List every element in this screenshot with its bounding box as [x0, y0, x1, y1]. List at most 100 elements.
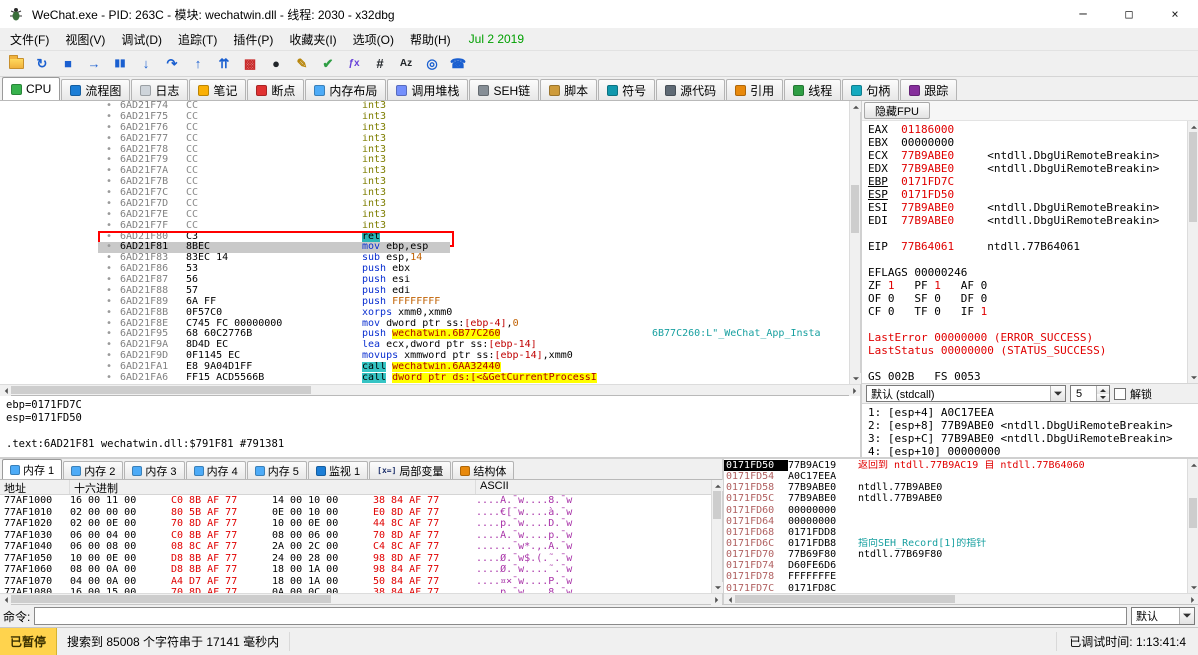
close-button[interactable]: ×	[1152, 0, 1198, 28]
open-file-button[interactable]	[4, 53, 28, 75]
tab-memory-1[interactable]: 内存 1	[2, 459, 62, 479]
dump-row[interactable]: 77AF106008 00 0A 00D8 8B AF 7718 00 1A 0…	[0, 564, 711, 576]
disassembly-vscrollbar[interactable]	[849, 101, 860, 384]
scroll-up-icon[interactable]	[712, 480, 723, 491]
command-input[interactable]	[34, 607, 1127, 625]
execute-till-return-button[interactable]: ⇈	[212, 53, 236, 75]
tab-references[interactable]: 引用	[726, 79, 783, 100]
disasm-row[interactable]: •6AD21F76CCint3	[0, 123, 849, 134]
scroll-down-icon[interactable]	[1188, 372, 1198, 383]
tab-memory-2[interactable]: 内存 2	[63, 461, 123, 479]
register-line[interactable]: LastStatus 00000000 (STATUS_SUCCESS)	[868, 344, 1187, 357]
maximize-button[interactable]: □	[1106, 0, 1152, 28]
pause-button[interactable]: ▮▮	[108, 53, 132, 75]
tab-memory-3[interactable]: 内存 3	[124, 461, 184, 479]
stack-row[interactable]: 0171FD680171FDD8	[724, 527, 1187, 538]
register-line[interactable]	[868, 227, 1187, 240]
dump-row[interactable]: 77AF102002 00 0E 0070 8D AF 7710 00 0E 0…	[0, 518, 711, 530]
argument-row[interactable]: 2: [esp+8] 77B9ABE0 <ntdll.DbgUiRemoteBr…	[868, 419, 1198, 432]
tab-locals[interactable]: [x=]局部变量	[369, 461, 451, 479]
tab-notes[interactable]: 笔记	[189, 79, 246, 100]
stack-hscrollbar[interactable]	[724, 593, 1198, 604]
stop-button[interactable]: ■	[56, 53, 80, 75]
menu-item[interactable]: 文件(F)	[2, 28, 57, 51]
stack-row[interactable]: 0171FD54A0C17EEA	[724, 471, 1187, 482]
tab-cpu[interactable]: CPU	[2, 77, 60, 100]
step-out-button[interactable]: ↑	[186, 53, 210, 75]
stack-row[interactable]: 0171FD5877B9ABE0ntdll.77B9ABE0	[724, 482, 1187, 493]
menu-item[interactable]: 帮助(H)	[402, 28, 459, 51]
tab-graph[interactable]: 流程图	[61, 79, 130, 100]
chevron-down-icon[interactable]	[1050, 386, 1065, 401]
stack-row[interactable]: 0171FD7077B69F80ntdll.77B69F80	[724, 549, 1187, 560]
scroll-up-icon[interactable]	[1188, 459, 1198, 470]
disassembly-hscrollbar[interactable]	[0, 384, 860, 395]
spin-up-icon[interactable]	[1097, 386, 1109, 394]
disasm-row[interactable]: •6AD21FA6FF15 ACD5566Bcall dword ptr ds:…	[0, 373, 849, 384]
dump-vscrollbar[interactable]	[711, 480, 722, 593]
function-button[interactable]: ƒx	[342, 53, 366, 75]
register-line[interactable]: ZF 1 PF 1 AF 0	[868, 279, 1187, 292]
disasm-row[interactable]: •6AD21F7FCCint3	[0, 221, 849, 232]
register-line[interactable]: ECX 77B9ABE0 <ntdll.DbgUiRemoteBreakin>	[868, 149, 1187, 162]
stack-row[interactable]: 0171FD74D60FE6D6	[724, 560, 1187, 571]
dump-row[interactable]: 77AF104006 00 08 0008 8C AF 772A 00 2C 0…	[0, 541, 711, 553]
argument-row[interactable]: 4: [esp+10] 00000000	[868, 445, 1198, 457]
register-line[interactable]: ESP 0171FD50	[868, 188, 1187, 201]
run-button[interactable]: →	[82, 53, 106, 75]
tab-source[interactable]: 源代码	[656, 79, 725, 100]
scroll-thumb[interactable]	[1189, 498, 1197, 528]
scroll-thumb[interactable]	[11, 595, 331, 603]
scroll-track[interactable]	[1188, 132, 1198, 372]
register-line[interactable]: ESI 77B9ABE0 <ntdll.DbgUiRemoteBreakin>	[868, 201, 1187, 214]
arg-count-spinner[interactable]: 5	[1070, 385, 1110, 402]
spin-down-icon[interactable]	[1097, 394, 1109, 402]
dump-row[interactable]: 77AF101002 00 00 0080 5B AF 770E 00 10 0…	[0, 507, 711, 519]
scroll-right-icon[interactable]	[1187, 594, 1198, 604]
chevron-down-icon[interactable]	[1179, 608, 1194, 624]
step-into-button[interactable]: ↓	[134, 53, 158, 75]
stack-row[interactable]: 0171FD5C77B9ABE0ntdll.77B9ABE0	[724, 493, 1187, 504]
scroll-down-icon[interactable]	[1188, 582, 1198, 593]
hash-button[interactable]: #	[368, 53, 392, 75]
register-line[interactable]: EAX 01186000	[868, 123, 1187, 136]
stack-row[interactable]: 0171FD78FFFFFFFE	[724, 571, 1187, 582]
tab-threads[interactable]: 线程	[784, 79, 841, 100]
stack-vscrollbar[interactable]	[1187, 459, 1198, 593]
restart-button[interactable]: ↻	[30, 53, 54, 75]
disasm-row[interactable]: •6AD21F8B0F57C0xorps xmm0,xmm0	[0, 308, 849, 319]
calling-convention-select[interactable]: 默认 (stdcall)	[866, 385, 1066, 402]
scroll-thumb[interactable]	[851, 185, 859, 233]
scroll-track[interactable]	[850, 112, 860, 373]
text-case-button[interactable]: Az	[394, 53, 418, 75]
scroll-left-icon[interactable]	[724, 594, 735, 604]
menu-item[interactable]: 收藏夹(I)	[281, 28, 344, 51]
hide-fpu-button[interactable]: 隐藏FPU	[864, 102, 930, 119]
eight-ball-button[interactable]: ●	[264, 53, 288, 75]
scroll-left-icon[interactable]	[0, 594, 11, 605]
register-line[interactable]	[868, 253, 1187, 266]
register-line[interactable]: EDX 77B9ABE0 <ntdll.DbgUiRemoteBreakin>	[868, 162, 1187, 175]
registers-vscrollbar[interactable]	[1187, 121, 1198, 383]
scroll-track[interactable]	[11, 594, 711, 604]
attach-phone-button[interactable]: ☎	[446, 53, 470, 75]
unlock-checkbox[interactable]	[1114, 388, 1126, 400]
register-line[interactable]: EBX 00000000	[868, 136, 1187, 149]
scroll-thumb[interactable]	[11, 386, 311, 394]
menu-item[interactable]: 调试(D)	[113, 28, 170, 51]
menu-item[interactable]: 选项(O)	[345, 28, 402, 51]
tab-memory-map[interactable]: 内存布局	[305, 79, 386, 100]
scroll-right-icon[interactable]	[849, 385, 860, 396]
scroll-right-icon[interactable]	[711, 594, 722, 605]
scroll-up-icon[interactable]	[850, 101, 861, 112]
stack-row[interactable]: 0171FD6C0171FDB8指向SEH_Record[1]的指针	[724, 538, 1187, 549]
stack-row[interactable]: 0171FD6400000000	[724, 516, 1187, 527]
tab-log[interactable]: 日志	[131, 79, 188, 100]
argument-row[interactable]: 3: [esp+C] 77B9ABE0 <ntdll.DbgUiRemoteBr…	[868, 432, 1198, 445]
patches-button[interactable]: ▩	[238, 53, 262, 75]
menu-item[interactable]: 视图(V)	[57, 28, 113, 51]
disasm-row[interactable]: •6AD21F896A FFpush FFFFFFFF	[0, 297, 849, 308]
tab-call-stack[interactable]: 调用堆栈	[387, 79, 468, 100]
minimize-button[interactable]: ─	[1060, 0, 1106, 28]
stack-row[interactable]: 0171FD5077B9AC19返回到 ntdll.77B9AC19 自 ntd…	[724, 460, 1187, 471]
